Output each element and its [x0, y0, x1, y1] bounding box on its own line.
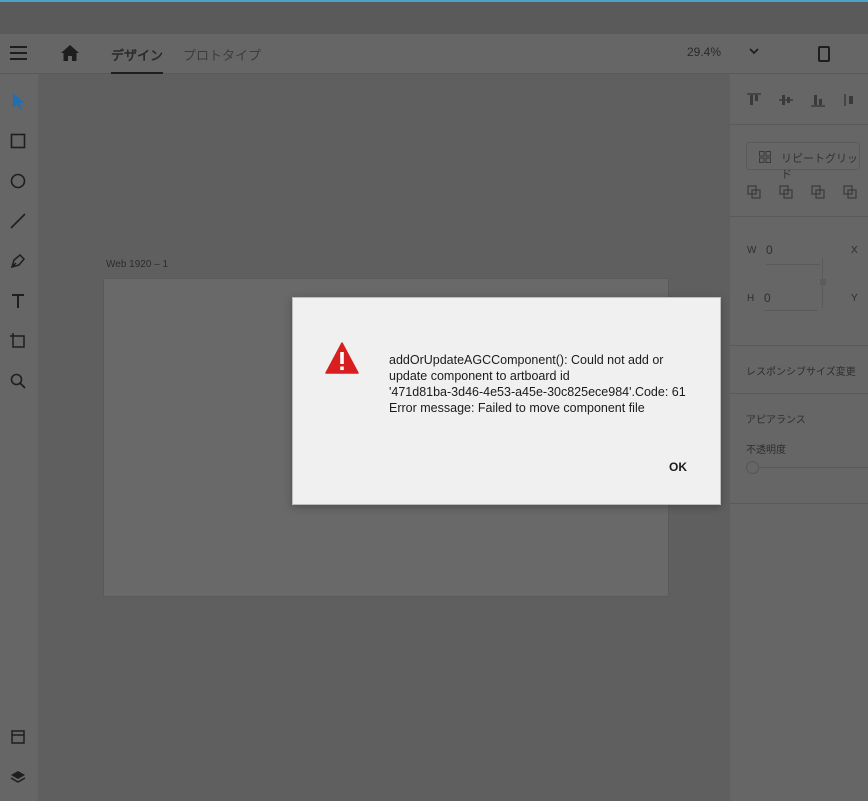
panel-divider	[730, 124, 868, 125]
ok-button[interactable]: OK	[665, 458, 691, 476]
artboard-name[interactable]: Web 1920 – 1	[106, 259, 168, 270]
tool-bar	[0, 74, 38, 801]
artboard-icon[interactable]	[9, 332, 27, 350]
x-label: X	[851, 245, 858, 256]
opacity-label: 不透明度	[746, 445, 786, 456]
repeat-grid-label: リピートグリッド	[781, 153, 858, 181]
assets-icon[interactable]	[9, 728, 27, 746]
height-field-underline	[764, 310, 818, 311]
error-dialog: addOrUpdateAGCComponent(): Could not add…	[292, 297, 721, 505]
home-icon[interactable]	[60, 44, 80, 62]
device-preview-icon[interactable]	[818, 46, 830, 62]
panel-divider	[730, 216, 868, 217]
pen-icon[interactable]	[9, 252, 27, 270]
panel-divider	[730, 393, 868, 394]
opacity-slider-knob[interactable]	[746, 461, 759, 474]
layers-icon[interactable]	[9, 768, 27, 786]
align-middle-icon[interactable]	[778, 92, 794, 108]
error-message-line: '471d81ba-3d46-4e53-a45e-30c825ece984'.C…	[389, 385, 686, 399]
error-message-line: Error message: Failed to move component …	[389, 401, 645, 415]
lock-aspect-icon[interactable]	[820, 279, 826, 285]
text-icon[interactable]	[9, 292, 27, 310]
zoom-level[interactable]: 29.4%	[687, 45, 721, 59]
y-label: Y	[851, 293, 858, 304]
ellipse-icon[interactable]	[9, 172, 27, 190]
opacity-slider-track[interactable]	[752, 467, 868, 468]
boolean-exclude-icon[interactable]	[842, 184, 858, 200]
responsive-resize-label[interactable]: レスポンシブサイズ変更	[746, 363, 856, 378]
height-field[interactable]: 0	[764, 291, 771, 305]
error-message: addOrUpdateAGCComponent(): Could not add…	[389, 352, 699, 416]
distribute-icon[interactable]	[842, 92, 858, 108]
appearance-label: アピアランス	[746, 415, 806, 426]
error-message-line: update component to artboard id	[389, 369, 570, 383]
align-bottom-icon[interactable]	[810, 92, 826, 108]
error-message-line: addOrUpdateAGCComponent(): Could not add…	[389, 353, 664, 367]
tab-prototype[interactable]: プロトタイプ	[183, 45, 261, 64]
rectangle-icon[interactable]	[9, 132, 27, 150]
width-label: W	[747, 245, 757, 256]
hamburger-menu-icon[interactable]	[10, 46, 27, 61]
chevron-down-icon[interactable]	[748, 45, 760, 57]
width-field[interactable]: 0	[766, 243, 773, 257]
warning-icon	[325, 342, 359, 374]
select-arrow-icon[interactable]	[9, 92, 27, 110]
repeat-grid-button[interactable]: リピートグリッド	[746, 142, 860, 181]
align-top-icon[interactable]	[746, 92, 762, 108]
title-bar	[0, 2, 868, 34]
height-label: H	[747, 293, 755, 304]
width-field-underline	[766, 264, 820, 265]
boolean-subtract-icon[interactable]	[778, 184, 794, 200]
grid-icon	[759, 151, 771, 163]
zoom-icon[interactable]	[9, 372, 27, 390]
top-toolbar: デザイン プロトタイプ 29.4%	[0, 34, 868, 74]
panel-divider	[730, 345, 868, 346]
tab-design[interactable]: デザイン	[111, 45, 164, 74]
boolean-add-icon[interactable]	[746, 184, 762, 200]
line-icon[interactable]	[9, 212, 27, 230]
panel-divider	[730, 503, 868, 504]
boolean-intersect-icon[interactable]	[810, 184, 826, 200]
